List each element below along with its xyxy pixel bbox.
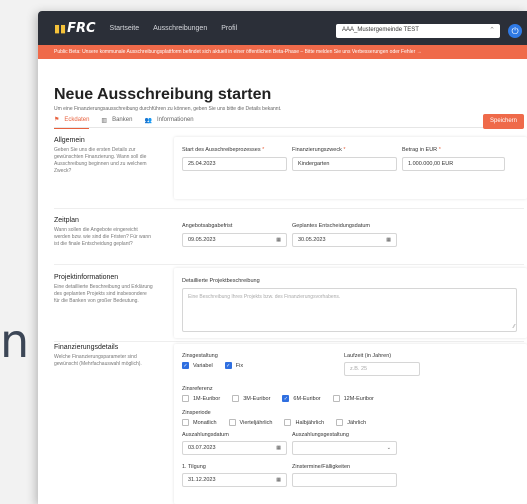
gestaltung-label: Auszahlungsgestaltung: [292, 432, 349, 438]
laufzeit-label: Laufzeit (in Jahren): [344, 353, 392, 359]
app-window: ▮▮ FRC Startseite Ausschreibungen Profil…: [38, 11, 527, 504]
tab-label: Banken: [112, 117, 133, 123]
section-intro: Zeitplan Wann sollen die Angebote einger…: [54, 217, 154, 248]
calendar-icon[interactable]: ▦: [276, 237, 281, 243]
zins-label: Zinsgestaltung: [182, 353, 218, 359]
start-label: Start des Ausschreibeprozesses *: [182, 147, 265, 153]
betrag-input[interactable]: 1.000.000,00 EUR: [402, 157, 505, 171]
tilgung-value: 31.12.2023: [188, 477, 216, 483]
power-icon[interactable]: ⏻: [508, 24, 522, 38]
periode-label: Zinsperiode: [182, 410, 211, 416]
section-intro: Projektinformationen Eine detaillierte B…: [54, 274, 154, 305]
check-icon: ✓: [282, 395, 290, 402]
section-intro: Finanzierungsdetails Welche Finanzierung…: [54, 344, 154, 368]
section-zeitplan: Zeitplan Wann sollen die Angebote einger…: [54, 217, 527, 261]
beschreibung-textarea[interactable]: Eine Beschreibung Ihres Projekts bzw. de…: [182, 288, 517, 332]
tenant-value: AAA_Mustergemeinde TEST: [342, 27, 419, 33]
checkbox-fix[interactable]: ✓ Fix: [224, 362, 243, 369]
beschreibung-placeholder: Eine Beschreibung Ihres Projekts bzw. de…: [188, 294, 341, 300]
checkbox-1m-euribor[interactable]: 1M-Euribor: [182, 395, 220, 402]
beta-banner[interactable]: Public Beta: Unsere kommunale Ausschreib…: [38, 45, 527, 59]
page-header: Neue Ausschreibung starten Um eine Finan…: [38, 59, 527, 134]
entscheidung-label: Geplantes Entscheidungsdatum: [292, 223, 370, 229]
auszahlung-date-input[interactable]: 03.07.2023 ▦: [182, 441, 287, 455]
section-divider: [54, 341, 524, 342]
tab-divider: [54, 127, 524, 128]
referenz-options: 1M-Euribor 3M-Euribor ✓ 6M-Euribor 12M-Eu…: [182, 395, 386, 402]
zeitplan-card: Angebotsabgabefrist 09.05.2023 ▦ Geplant…: [174, 217, 527, 261]
section-description: Wann sollen die Angebote eingereicht wer…: [54, 227, 151, 247]
zinstermine-input[interactable]: [292, 473, 397, 487]
section-description: Eine detaillierte Beschreibung und Erklä…: [54, 284, 153, 304]
checkbox-3m-euribor[interactable]: 3M-Euribor: [232, 395, 270, 402]
periode-options: Monatlich Vierteljährlich Halbjährlich J…: [182, 419, 378, 426]
allgemein-card: Start des Ausschreibeprozesses * 25.04.2…: [174, 137, 527, 199]
checkbox-6m-euribor[interactable]: ✓ 6M-Euribor: [282, 395, 321, 402]
frist-date-input[interactable]: 09.05.2023 ▦: [182, 233, 287, 247]
nav-profil[interactable]: Profil: [221, 25, 237, 32]
flag-icon: ⚑: [54, 117, 60, 123]
betrag-label: Betrag in EUR *: [402, 147, 441, 153]
entscheidung-date-input[interactable]: 30.05.2023 ▦: [292, 233, 397, 247]
tenant-select[interactable]: AAA_Mustergemeinde TEST ⌃: [336, 24, 500, 38]
section-description: Welche Finanzierungsparameter sind gewün…: [54, 354, 142, 367]
frc-logo[interactable]: ▮▮ FRC: [54, 21, 96, 36]
section-projekt: Projektinformationen Eine detaillierte B…: [54, 264, 527, 338]
section-title: Projektinformationen: [54, 274, 119, 281]
tab-label: Informationen: [156, 117, 194, 123]
entscheidung-value: 30.05.2023: [298, 237, 326, 243]
projekt-card: Detaillierte Projektbeschreibung Eine Be…: [174, 268, 527, 338]
frist-value: 09.05.2023: [188, 237, 216, 243]
section-finanzierung: Finanzierungsdetails Welche Finanzierung…: [54, 344, 527, 504]
calendar-icon[interactable]: ▦: [276, 445, 281, 451]
finanzierung-card: Zinsgestaltung ✓ Variabel ✓ Fix Laufzeit (…: [174, 344, 527, 504]
chevron-updown-icon: ⌃: [489, 27, 495, 34]
referenz-label: Zinsreferenz: [182, 386, 213, 392]
users-icon: 👥: [144, 117, 152, 124]
page-title: Neue Ausschreibung starten: [54, 86, 272, 103]
checkbox-vierteljaehrlich[interactable]: Vierteljährlich: [228, 419, 272, 426]
nav-startseite[interactable]: Startseite: [110, 25, 140, 32]
zweck-label: Finanzierungszweck *: [292, 147, 346, 153]
laufzeit-input[interactable]: z.B. 25: [344, 362, 420, 376]
zweck-input[interactable]: Kindergarten: [292, 157, 397, 171]
checkbox-monatlich[interactable]: Monatlich: [182, 419, 217, 426]
section-intro: Allgemein Geben Sie uns die ersten Detai…: [54, 137, 154, 175]
nav-ausschreibungen[interactable]: Ausschreibungen: [153, 25, 207, 32]
frist-label: Angebotsabgabefrist: [182, 223, 233, 229]
check-icon: ✓: [224, 362, 232, 369]
tab-label: Eckdaten: [64, 116, 90, 123]
save-button[interactable]: Speichern: [483, 114, 524, 129]
chevron-down-icon: ⌄: [386, 445, 391, 451]
start-date-input[interactable]: 25.04.2023: [182, 157, 287, 171]
bank-icon: ▥: [101, 117, 108, 124]
page-subtitle: Um eine Finanzierungsausschreibung durch…: [54, 106, 282, 112]
check-icon: ✓: [182, 362, 189, 369]
auszahlung-label: Auszahlungsdatum: [182, 432, 229, 438]
tilgung-label: 1. Tilgung: [182, 464, 206, 470]
calendar-icon[interactable]: ▦: [386, 237, 391, 243]
gestaltung-select[interactable]: ⌄: [292, 441, 397, 455]
checkbox-jaehrlich[interactable]: Jährlich: [336, 419, 366, 426]
zinstermine-label: Zinstermine/Fälligkeiten: [292, 464, 351, 470]
section-title: Allgemein: [54, 137, 85, 144]
section-allgemein: Allgemein Geben Sie uns die ersten Detai…: [54, 137, 527, 199]
checkbox-halbjaehrlich[interactable]: Halbjährlich: [284, 419, 324, 426]
section-title: Zeitplan: [54, 217, 79, 224]
checkbox-12m-euribor[interactable]: 12M-Euribor: [332, 395, 374, 402]
resize-handle-icon[interactable]: ⁄⁄: [513, 324, 515, 330]
tilgung-date-input[interactable]: 31.12.2023 ▦: [182, 473, 287, 487]
zins-options: ✓ Variabel ✓ Fix: [182, 362, 255, 369]
section-title: Finanzierungsdetails: [54, 344, 119, 351]
top-navbar: ▮▮ FRC Startseite Ausschreibungen Profil…: [38, 11, 527, 45]
beschreibung-label: Detaillierte Projektbeschreibung: [182, 278, 260, 284]
logo-text: FRC: [67, 20, 96, 36]
section-description: Geben Sie uns die ersten Details zur gew…: [54, 147, 147, 174]
background-text: n: [0, 314, 30, 368]
auszahlung-value: 03.07.2023: [188, 445, 216, 451]
logo-mark-icon: ▮▮: [54, 21, 67, 35]
section-divider: [54, 208, 524, 209]
calendar-icon[interactable]: ▦: [276, 477, 281, 483]
checkbox-variabel[interactable]: ✓ Variabel: [182, 362, 213, 369]
